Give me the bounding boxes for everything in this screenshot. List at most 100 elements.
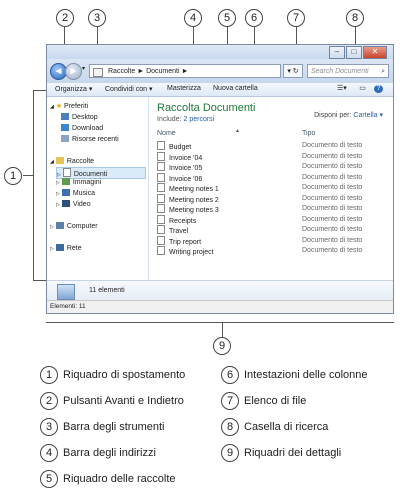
item-count: 11 elementi [89, 287, 125, 294]
address-segment[interactable]: Documenti [146, 68, 179, 75]
file-row[interactable]: Invoice '04 Documento di testo [157, 151, 382, 162]
navigation-pane: ◢ ★ Preferiti Desktop Download Risorse r… [47, 97, 149, 280]
file-name: Invoice '06 [169, 175, 203, 183]
file-row[interactable]: Budget Documento di testo [157, 141, 382, 151]
address-bar[interactable]: Raccolte ► Documenti ► [89, 64, 281, 78]
images-icon [61, 178, 70, 185]
download-icon [61, 124, 69, 131]
callout-4: 4 [184, 9, 202, 27]
legend-item-1: 1 Riquadro di spostamento [40, 366, 185, 384]
arrange-by: Disponi per: Cartella ▾ [314, 112, 383, 119]
file-name: Trip report [169, 238, 202, 246]
file-type: Documento di testo [302, 194, 363, 202]
legend-item-3: 3 Barra degli strumenti [40, 418, 165, 436]
close-button[interactable]: ✕ [363, 46, 387, 59]
callout-6: 6 [245, 9, 263, 27]
text-document-icon [157, 235, 165, 245]
text-document-icon [157, 151, 165, 161]
file-type: Documento di testo [302, 247, 363, 254]
recent-places-icon [61, 135, 69, 142]
minimize-button[interactable]: – [329, 46, 345, 59]
organize-button[interactable]: Organizza ▾ [55, 85, 92, 93]
file-name: Travel [169, 228, 189, 235]
arrange-by-dropdown[interactable]: Cartella ▾ [353, 112, 383, 119]
sort-arrow-icon: ▲ [235, 128, 240, 134]
file-list-area: Raccolta Documenti Include: 2 percorsi D… [149, 97, 393, 280]
callout-1: 1 [4, 167, 22, 185]
file-name: Writing project [169, 249, 214, 256]
file-row[interactable]: Meeting notes 2 Documento di testo [157, 193, 382, 204]
documents-icon [62, 168, 71, 177]
file-row[interactable]: Travel Documento di testo [157, 225, 382, 235]
file-row[interactable]: Writing project Documento di testo [157, 246, 382, 256]
file-row[interactable]: Receipts Documento di testo [157, 214, 382, 225]
text-document-icon [157, 193, 165, 203]
file-row[interactable]: Meeting notes 3 Documento di testo [157, 204, 382, 214]
include-locations-link[interactable]: 2 percorsi [183, 116, 214, 123]
nav-libraries[interactable]: ◢ Raccolte [50, 157, 94, 167]
forward-button[interactable]: ► [65, 63, 82, 80]
library-include: Include: 2 percorsi [157, 116, 215, 123]
text-document-icon [157, 204, 165, 213]
callout-7: 7 [287, 9, 305, 27]
file-type: Documento di testo [302, 215, 363, 223]
video-icon [61, 200, 70, 207]
share-button[interactable]: Condividi con ▾ [105, 85, 152, 93]
new-folder-button[interactable]: Nuova cartella [213, 85, 258, 92]
text-document-icon [157, 246, 165, 255]
nav-video[interactable]: ▷ Video [56, 200, 91, 210]
burn-button[interactable]: Masterizza [167, 85, 201, 92]
text-document-icon [157, 141, 165, 150]
refresh-button[interactable]: ▾ ↻ [283, 64, 303, 78]
legend-item-9: 9 Riquadri dei dettagli [221, 444, 341, 462]
view-options-icon[interactable]: ☰▾ [337, 85, 347, 93]
file-row[interactable]: Trip report Documento di testo [157, 235, 382, 246]
search-box[interactable]: Search Documenti ⌕ [307, 64, 389, 78]
nav-network[interactable]: ▷ Rete [50, 244, 82, 254]
file-type: Documento di testo [302, 163, 363, 170]
computer-icon [55, 222, 64, 229]
file-name: Meeting notes 3 [169, 207, 219, 214]
nav-recent[interactable]: Risorse recenti [61, 135, 119, 145]
nav-download[interactable]: Download [61, 124, 103, 134]
file-row[interactable]: Meeting notes 1 Documento di testo [157, 183, 382, 193]
file-name: Receipts [169, 217, 197, 225]
nav-music[interactable]: ▷ Musica [56, 189, 95, 199]
callout-3: 3 [88, 9, 106, 27]
text-document-icon [157, 225, 165, 234]
search-placeholder: Search Documenti [311, 68, 369, 75]
legend-item-8: 8 Casella di ricerca [221, 418, 328, 436]
nav-favorites[interactable]: ◢ ★ Preferiti [50, 102, 88, 112]
column-header-name[interactable]: Nome [157, 130, 176, 137]
search-icon[interactable]: ⌕ [381, 65, 385, 79]
callout-2: 2 [56, 9, 74, 27]
file-type: Documento di testo [302, 152, 363, 160]
library-large-icon [57, 284, 75, 300]
maximize-button[interactable]: □ [346, 46, 362, 59]
file-type: Documento di testo [302, 236, 363, 244]
file-row[interactable]: Invoice '05 Documento di testo [157, 162, 382, 172]
nav-desktop[interactable]: Desktop [61, 113, 98, 123]
file-type: Documento di testo [302, 142, 363, 149]
text-document-icon [157, 162, 165, 171]
help-icon[interactable]: ? [374, 85, 383, 93]
column-header-type[interactable]: Tipo [302, 130, 315, 137]
nav-computer[interactable]: ▷ Computer [50, 222, 98, 232]
status-text: Elementi: 11 [50, 303, 86, 310]
library-title: Raccolta Documenti [157, 102, 256, 114]
history-dropdown-icon[interactable]: ▾ [82, 65, 85, 72]
legend-item-2: 2 Pulsanti Avanti e Indietro [40, 392, 184, 410]
star-icon: ★ [55, 103, 63, 110]
callout-8: 8 [346, 9, 364, 27]
callout-9: 9 [213, 337, 231, 355]
text-document-icon [157, 172, 165, 182]
address-segment[interactable]: Raccolte [108, 68, 135, 75]
legend-item-6: 6 Intestazioni delle colonne [221, 366, 368, 384]
nav-images[interactable]: ▷ Immagini [56, 178, 101, 188]
file-type: Documento di testo [302, 173, 363, 181]
preview-pane-icon[interactable]: ▭ [358, 85, 367, 93]
toolbar: Organizza ▾ Condividi con ▾ Masterizza N… [47, 83, 393, 97]
file-row[interactable]: Invoice '06 Documento di testo [157, 172, 382, 183]
legend-item-7: 7 Elenco di file [221, 392, 306, 410]
file-name: Budget [169, 144, 192, 151]
